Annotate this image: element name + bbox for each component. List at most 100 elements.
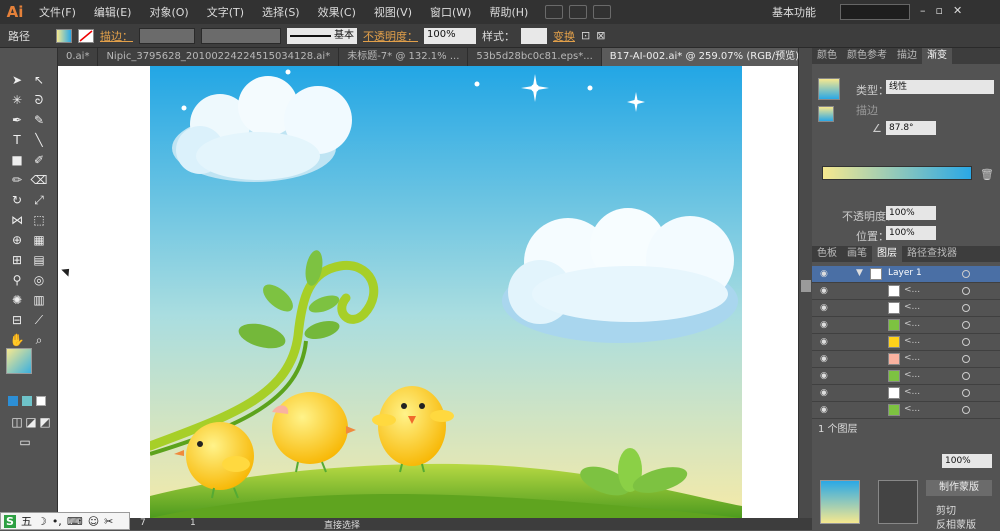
arrange-documents-icon[interactable]: [569, 5, 588, 19]
stroke-weight-dropdown[interactable]: [139, 27, 195, 44]
slice-tool-icon[interactable]: ⟋: [30, 312, 48, 328]
visibility-icon[interactable]: ◉: [820, 320, 830, 330]
target-icon[interactable]: [962, 287, 970, 295]
expand-icon[interactable]: ▼: [856, 268, 863, 278]
menu-edit[interactable]: 编辑(E): [85, 4, 141, 20]
visibility-icon[interactable]: ◉: [820, 405, 830, 415]
sublayer-name[interactable]: <...: [904, 387, 920, 397]
sublayer-name[interactable]: <...: [904, 336, 920, 346]
isolate-icon[interactable]: ⊠: [596, 29, 605, 42]
sublayer-name[interactable]: <...: [904, 353, 920, 363]
artboard-tool-icon[interactable]: ⊟: [8, 312, 26, 328]
canvas-area[interactable]: [58, 66, 798, 518]
visibility-icon[interactable]: ◉: [820, 371, 830, 381]
layer-name[interactable]: Layer 1: [888, 268, 922, 278]
invert-mask-checkbox-label[interactable]: 反相蒙版: [936, 516, 976, 531]
variable-width-dropdown[interactable]: [201, 27, 281, 44]
keyboard-icon[interactable]: ⌨: [67, 515, 83, 528]
visibility-icon[interactable]: ◉: [820, 303, 830, 313]
tab-color-guide[interactable]: 颜色参考: [842, 48, 892, 64]
color-mode-icon[interactable]: [8, 396, 18, 406]
sublayer-name[interactable]: <...: [904, 319, 920, 329]
gradient-ramp[interactable]: [822, 166, 972, 180]
target-icon[interactable]: [962, 321, 970, 329]
tab-brushes[interactable]: 画笔: [842, 246, 872, 262]
gradient-tool-icon[interactable]: ▤: [30, 252, 48, 268]
width-tool-icon[interactable]: ⋈: [8, 212, 26, 228]
delete-stop-icon[interactable]: 🗑: [980, 168, 994, 181]
sublayer-row[interactable]: ◉ <...: [812, 317, 1000, 334]
ime-mode-label[interactable]: 五: [21, 513, 32, 529]
free-transform-icon[interactable]: ⬚: [30, 212, 48, 228]
scale-tool-icon[interactable]: ⤢: [30, 192, 48, 208]
close-icon[interactable]: ✕: [953, 4, 962, 17]
minimize-icon[interactable]: –: [920, 4, 926, 17]
vertical-scrollbar[interactable]: [798, 48, 812, 518]
opacity-field[interactable]: 100%: [424, 27, 476, 44]
skin-icon[interactable]: ☺: [88, 515, 99, 528]
sublayer-row[interactable]: ◉ <...: [812, 368, 1000, 385]
graph-tool-icon[interactable]: ▥: [30, 292, 48, 308]
visibility-icon[interactable]: ◉: [820, 337, 830, 347]
eraser-icon[interactable]: ⌫: [30, 172, 48, 188]
sublayer-name[interactable]: <...: [904, 302, 920, 312]
none-mode-icon[interactable]: [36, 396, 46, 406]
rectangle-tool-icon[interactable]: ■: [8, 152, 26, 168]
artboard-number[interactable]: 1: [190, 518, 196, 528]
artboard[interactable]: [150, 66, 742, 518]
maximize-icon[interactable]: ▫: [936, 4, 943, 17]
blend-tool-icon[interactable]: ◎: [30, 272, 48, 288]
visibility-icon[interactable]: ◉: [820, 388, 830, 398]
sublayer-row[interactable]: ◉ <...: [812, 334, 1000, 351]
brush-dropdown[interactable]: 基本: [287, 27, 357, 44]
eyedropper-icon[interactable]: ⚲: [8, 272, 26, 288]
target-icon[interactable]: [962, 304, 970, 312]
sync-icon[interactable]: [593, 5, 612, 19]
line-tool-icon[interactable]: ╲: [30, 132, 48, 148]
hand-tool-icon[interactable]: ✋: [8, 332, 26, 348]
selection-tool-icon[interactable]: ➤: [8, 72, 26, 88]
tools-icon[interactable]: ✂: [104, 515, 113, 528]
sublayer-row[interactable]: ◉ <...: [812, 283, 1000, 300]
gradient-opacity-field[interactable]: 100%: [886, 206, 936, 220]
type-tool-icon[interactable]: T: [8, 132, 26, 148]
pencil-icon[interactable]: ✏: [8, 172, 26, 188]
menu-file[interactable]: 文件(F): [30, 4, 85, 20]
angle-field[interactable]: 87.8°: [886, 121, 936, 135]
mesh-tool-icon[interactable]: ⊞: [8, 252, 26, 268]
tab-layers[interactable]: 图层: [872, 246, 902, 262]
shape-builder-icon[interactable]: ⊕: [8, 232, 26, 248]
menu-type[interactable]: 文字(T): [198, 4, 253, 20]
location-field[interactable]: 100%: [886, 226, 936, 240]
lasso-icon[interactable]: ᘐ: [30, 92, 48, 108]
pen-tool-icon[interactable]: ✒: [8, 112, 26, 128]
symbol-sprayer-icon[interactable]: ✺: [8, 292, 26, 308]
target-icon[interactable]: [962, 270, 970, 278]
tab-gradient[interactable]: 渐变: [922, 48, 952, 64]
bridge-icon[interactable]: [545, 5, 564, 19]
sublayer-row[interactable]: ◉ <...: [812, 300, 1000, 317]
sublayer-name[interactable]: <...: [904, 285, 920, 295]
rotate-tool-icon[interactable]: ↻: [8, 192, 26, 208]
magic-wand-icon[interactable]: ✳: [8, 92, 26, 108]
target-icon[interactable]: [962, 355, 970, 363]
gradient-preview[interactable]: [818, 78, 840, 100]
align-icon[interactable]: ⊡: [581, 29, 590, 42]
fill-swatch[interactable]: [56, 28, 72, 43]
gradient-mode-icon[interactable]: [22, 396, 32, 406]
sublayer-row[interactable]: ◉ <...: [812, 402, 1000, 419]
zoom-tool-icon[interactable]: ⌕: [30, 332, 48, 348]
visibility-icon[interactable]: ◉: [820, 269, 830, 279]
layer-row[interactable]: ◉ ▼ Layer 1: [812, 266, 1000, 283]
tab-document-1[interactable]: 0.ai*: [58, 48, 99, 66]
menu-help[interactable]: 帮助(H): [480, 4, 537, 20]
screen-mode-icon[interactable]: ▭: [16, 434, 34, 450]
opacity-link[interactable]: 不透明度：: [363, 28, 418, 44]
visibility-icon[interactable]: ◉: [820, 354, 830, 364]
tab-pathfinder[interactable]: 路径查找器: [902, 246, 962, 262]
paintbrush-icon[interactable]: ✐: [30, 152, 48, 168]
zoom-level[interactable]: 7: [140, 518, 146, 528]
perspective-grid-icon[interactable]: ▦: [30, 232, 48, 248]
make-mask-button[interactable]: 制作蒙版: [926, 480, 992, 496]
tab-document-4[interactable]: 53b5d28bc0c81.eps*...: [468, 48, 602, 66]
